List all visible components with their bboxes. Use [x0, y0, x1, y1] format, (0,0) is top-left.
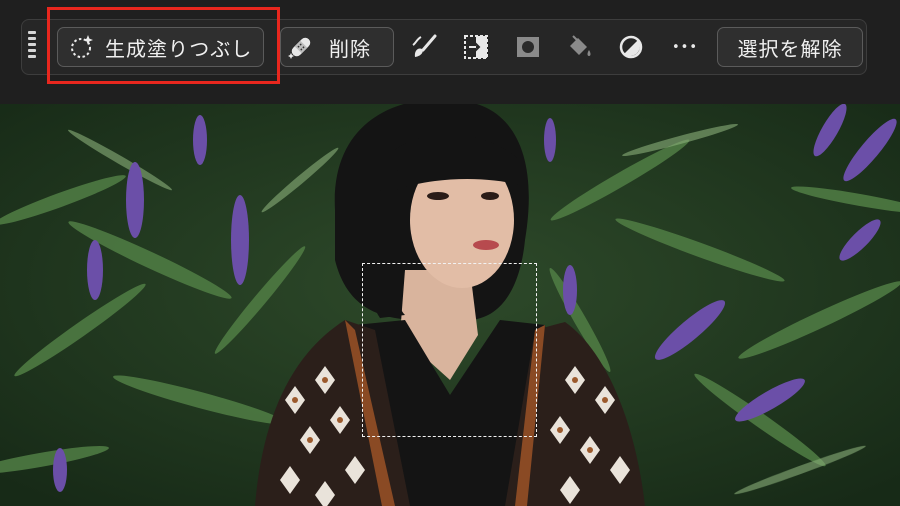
select-transform-icon[interactable]	[461, 32, 491, 62]
brush-icon[interactable]	[409, 32, 439, 62]
mask-icon[interactable]	[513, 32, 543, 62]
remove-label: 削除	[329, 36, 371, 61]
selection-marquee	[362, 263, 537, 437]
deselect-button[interactable]: 選択を解除	[717, 27, 863, 67]
bandage-remove-icon	[287, 33, 315, 61]
more-options-button[interactable]: •••	[668, 32, 702, 62]
canvas-photo	[0, 104, 900, 506]
half-circle-adjustment-icon[interactable]	[616, 32, 646, 62]
paint-bucket-icon[interactable]	[564, 32, 594, 62]
drag-handle-icon[interactable]	[28, 31, 37, 64]
highlight-box	[47, 7, 280, 84]
deselect-label: 選択を解除	[737, 36, 843, 61]
remove-button[interactable]: 削除	[280, 27, 394, 67]
